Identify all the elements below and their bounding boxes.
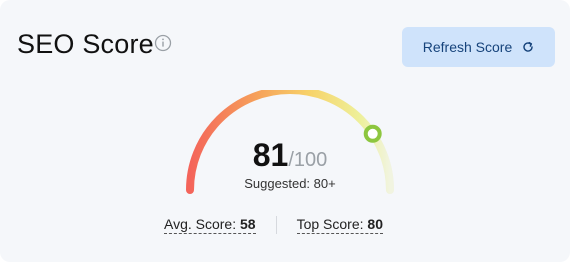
- score-value: 81: [252, 137, 289, 173]
- avg-score-label: Avg. Score:: [164, 216, 241, 232]
- refresh-icon: [523, 41, 533, 52]
- avg-score-value: 58: [240, 216, 256, 232]
- avg-score[interactable]: Avg. Score: 58: [164, 216, 256, 234]
- refresh-button-label: Refresh Score: [422, 39, 513, 55]
- score-display: 81/100: [190, 137, 390, 174]
- refresh-score-button[interactable]: Refresh Score: [402, 27, 555, 67]
- top-score-value: 80: [367, 216, 383, 232]
- info-circle-icon[interactable]: [154, 34, 172, 52]
- score-stats: Avg. Score: 58 Top Score: 80: [164, 215, 383, 235]
- seo-score-card: SEO Score Refresh Score 81/100 Suggested…: [0, 0, 570, 262]
- suggested-score: Suggested: 80+: [244, 176, 336, 191]
- stats-divider: [275, 216, 277, 234]
- card-title: SEO Score: [17, 29, 154, 59]
- top-score[interactable]: Top Score: 80: [296, 216, 383, 234]
- score-max: /100: [288, 149, 328, 171]
- top-score-label: Top Score:: [296, 216, 368, 232]
